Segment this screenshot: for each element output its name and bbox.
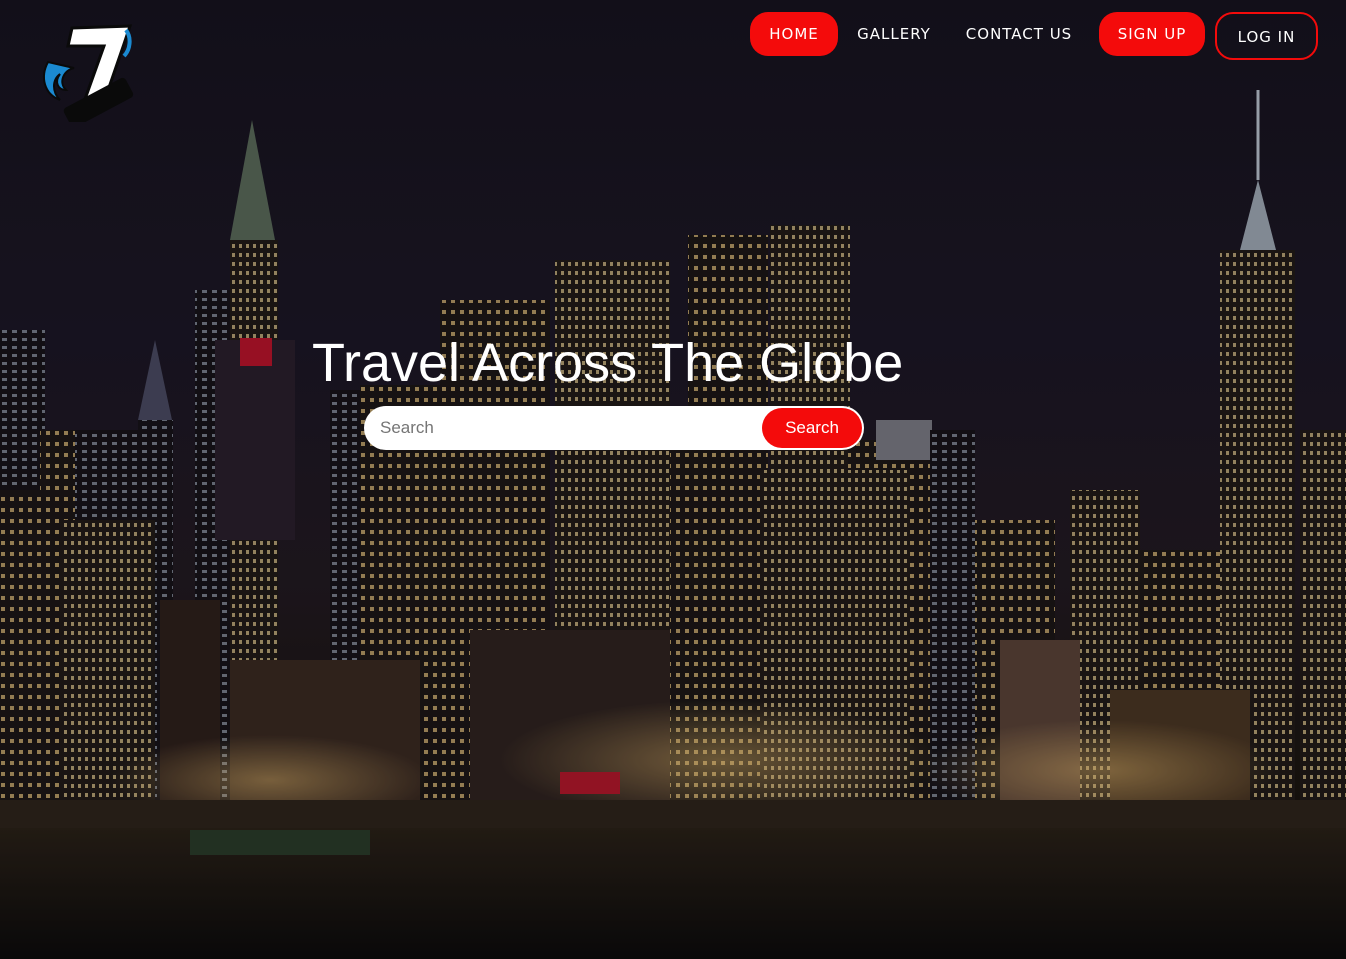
nav-contact-us-link[interactable]: CONTACT US [958, 12, 1080, 56]
sign-up-button[interactable]: SIGN UP [1099, 12, 1205, 56]
search-input[interactable] [364, 406, 760, 450]
log-in-button[interactable]: LOG IN [1215, 12, 1318, 60]
nav-home-link[interactable]: HOME [750, 12, 838, 56]
seven-seas-logo-icon [43, 24, 134, 128]
nav-gallery-link[interactable]: GALLERY [846, 12, 942, 56]
hero-section: HOME GALLERY CONTACT US SIGN UP LOG IN T… [0, 0, 1346, 959]
search-bar: Search [364, 406, 864, 450]
hero-title: Travel Across The Globe [312, 333, 904, 393]
search-button[interactable]: Search [762, 408, 862, 448]
seven-seas-logo[interactable] [38, 22, 138, 128]
background-overlay [0, 0, 1346, 959]
